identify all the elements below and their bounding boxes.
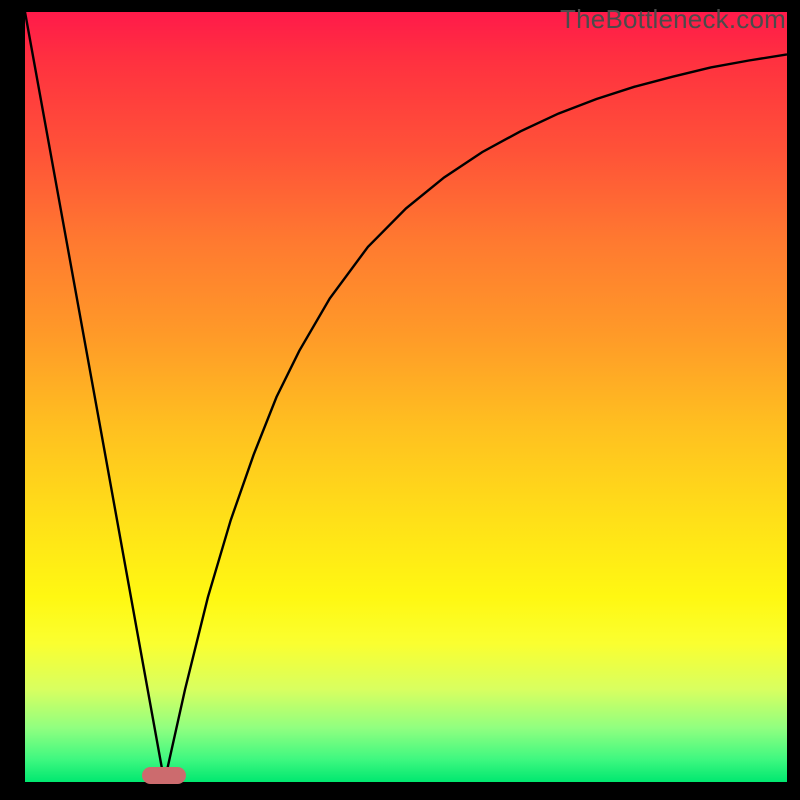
chart-stage: TheBottleneck.com [0, 0, 800, 800]
bottleneck-curve-path [25, 12, 787, 782]
watermark-text: TheBottleneck.com [560, 4, 786, 35]
minimum-marker-pill [142, 767, 186, 784]
chart-curve [25, 12, 787, 782]
plot-area [25, 12, 787, 782]
